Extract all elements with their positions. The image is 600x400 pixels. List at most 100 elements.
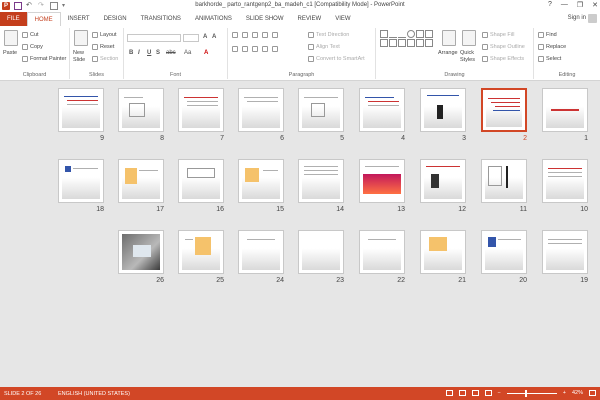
text-direction-button[interactable]: Text Direction — [308, 32, 349, 38]
justify-icon[interactable] — [262, 46, 268, 52]
slide-thumbnail-11[interactable] — [481, 159, 527, 203]
tab-view[interactable]: VIEW — [328, 12, 357, 26]
slide-sorter-view-icon[interactable] — [458, 390, 466, 396]
slide-thumbnail-15[interactable] — [238, 159, 284, 203]
slide-thumbnail-26[interactable] — [118, 230, 164, 274]
slide-thumbnail-10[interactable] — [542, 159, 588, 203]
new-slide-button[interactable]: New Slide — [73, 50, 93, 64]
slide-thumbnail-3[interactable] — [420, 88, 466, 132]
reset-button[interactable]: Reset — [92, 44, 114, 50]
pentagon-shape-icon[interactable] — [416, 39, 424, 47]
shrink-font-button[interactable]: A — [212, 34, 216, 40]
slide-thumbnail-14[interactable] — [298, 159, 344, 203]
sign-in-link[interactable]: Sign in — [568, 15, 586, 21]
slide-thumbnail-23[interactable] — [298, 230, 344, 274]
find-button[interactable]: Find — [538, 32, 557, 38]
more-shapes-icon[interactable] — [425, 39, 433, 47]
layout-button[interactable]: Layout — [92, 32, 117, 38]
language-indicator[interactable]: ENGLISH (UNITED STATES) — [58, 391, 130, 397]
callout-shape-icon[interactable] — [398, 39, 406, 47]
normal-view-icon[interactable] — [445, 390, 453, 396]
connector-shape-icon[interactable] — [425, 30, 433, 38]
select-button[interactable]: Select — [538, 56, 561, 62]
copy-button[interactable]: Copy — [22, 44, 43, 50]
slide-thumbnail-9[interactable] — [58, 88, 104, 132]
columns-icon[interactable] — [272, 46, 278, 52]
paste-icon[interactable] — [4, 30, 18, 46]
zoom-level[interactable]: 42% — [572, 390, 583, 396]
slide-thumbnail-13[interactable] — [359, 159, 405, 203]
slide-thumbnail-7[interactable] — [178, 88, 224, 132]
help-icon[interactable]: ? — [548, 1, 552, 9]
line-shape-icon[interactable] — [389, 30, 397, 38]
close-icon[interactable]: ✕ — [592, 1, 598, 9]
zoom-slider-thumb[interactable] — [524, 389, 527, 397]
slide-thumbnail-17[interactable] — [118, 159, 164, 203]
slide-thumbnail-2[interactable] — [481, 88, 527, 132]
slide-thumbnail-19[interactable] — [542, 230, 588, 274]
quick-styles-button[interactable]: Quick Styles — [460, 50, 482, 64]
arrange-button[interactable]: Arrange — [438, 50, 458, 56]
slide-thumbnail-1[interactable] — [542, 88, 588, 132]
arrow-shape-icon[interactable] — [398, 30, 406, 38]
replace-button[interactable]: Replace — [538, 44, 566, 50]
slideshow-view-icon[interactable] — [484, 390, 492, 396]
slide-thumbnail-8[interactable] — [118, 88, 164, 132]
slide-thumbnail-18[interactable] — [58, 159, 104, 203]
italic-button[interactable]: I — [138, 50, 140, 56]
font-name-select[interactable] — [127, 34, 181, 42]
grow-font-button[interactable]: A — [203, 34, 207, 40]
triangle-shape-icon[interactable] — [416, 30, 424, 38]
rectangle-shape-icon[interactable] — [380, 30, 388, 38]
align-right-icon[interactable] — [252, 46, 258, 52]
star-shape-icon[interactable] — [389, 39, 397, 47]
underline-button[interactable]: U — [147, 50, 151, 56]
tab-file[interactable]: FILE — [0, 12, 27, 26]
change-case-button[interactable]: Aa — [184, 50, 191, 56]
maximize-icon[interactable]: ❐ — [577, 1, 583, 9]
slide-thumbnail-21[interactable] — [420, 230, 466, 274]
reading-view-icon[interactable] — [471, 390, 479, 396]
zoom-in-button[interactable]: + — [563, 390, 566, 396]
slide-thumbnail-12[interactable] — [420, 159, 466, 203]
align-center-icon[interactable] — [242, 46, 248, 52]
shape-fill-button[interactable]: Shape Fill — [482, 32, 514, 38]
slide-thumbnail-4[interactable] — [359, 88, 405, 132]
align-text-button[interactable]: Align Text — [308, 44, 340, 50]
shape-outline-button[interactable]: Shape Outline — [482, 44, 525, 50]
shadow-button[interactable]: S — [156, 50, 160, 56]
new-slide-icon[interactable] — [74, 30, 88, 46]
decrease-indent-icon[interactable] — [252, 32, 258, 38]
shape-effects-button[interactable]: Shape Effects — [482, 56, 524, 62]
shapes-gallery[interactable] — [380, 30, 434, 62]
numbering-icon[interactable] — [242, 32, 248, 38]
increase-indent-icon[interactable] — [262, 32, 268, 38]
format-painter-button[interactable]: Format Painter — [22, 56, 66, 62]
paste-button[interactable]: Paste — [3, 50, 17, 56]
line-spacing-icon[interactable] — [272, 32, 278, 38]
tab-design[interactable]: DESIGN — [97, 12, 134, 26]
brace-shape-icon[interactable] — [380, 39, 388, 47]
zoom-out-button[interactable]: − — [498, 390, 501, 396]
slide-thumbnail-20[interactable] — [481, 230, 527, 274]
slide-thumbnail-16[interactable] — [178, 159, 224, 203]
align-left-icon[interactable] — [232, 46, 238, 52]
tab-home[interactable]: HOME — [26, 12, 61, 26]
minimize-icon[interactable]: — — [561, 1, 568, 9]
avatar[interactable] — [588, 14, 597, 23]
font-color-button[interactable]: A — [204, 50, 208, 56]
zoom-slider[interactable] — [506, 389, 557, 397]
tab-insert[interactable]: INSERT — [61, 12, 97, 26]
slide-thumbnail-5[interactable] — [298, 88, 344, 132]
chevron-shape-icon[interactable] — [407, 39, 415, 47]
bullets-icon[interactable] — [232, 32, 238, 38]
slide-thumbnail-6[interactable] — [238, 88, 284, 132]
bold-button[interactable]: B — [129, 50, 133, 56]
tab-animations[interactable]: ANIMATIONS — [188, 12, 239, 26]
slide-thumbnail-22[interactable] — [359, 230, 405, 274]
quick-styles-icon[interactable] — [462, 30, 476, 46]
tab-transitions[interactable]: TRANSITIONS — [134, 12, 188, 26]
tab-slide-show[interactable]: SLIDE SHOW — [239, 12, 291, 26]
slide-thumbnail-25[interactable] — [178, 230, 224, 274]
convert-smartart-button[interactable]: Convert to SmartArt — [308, 56, 365, 62]
